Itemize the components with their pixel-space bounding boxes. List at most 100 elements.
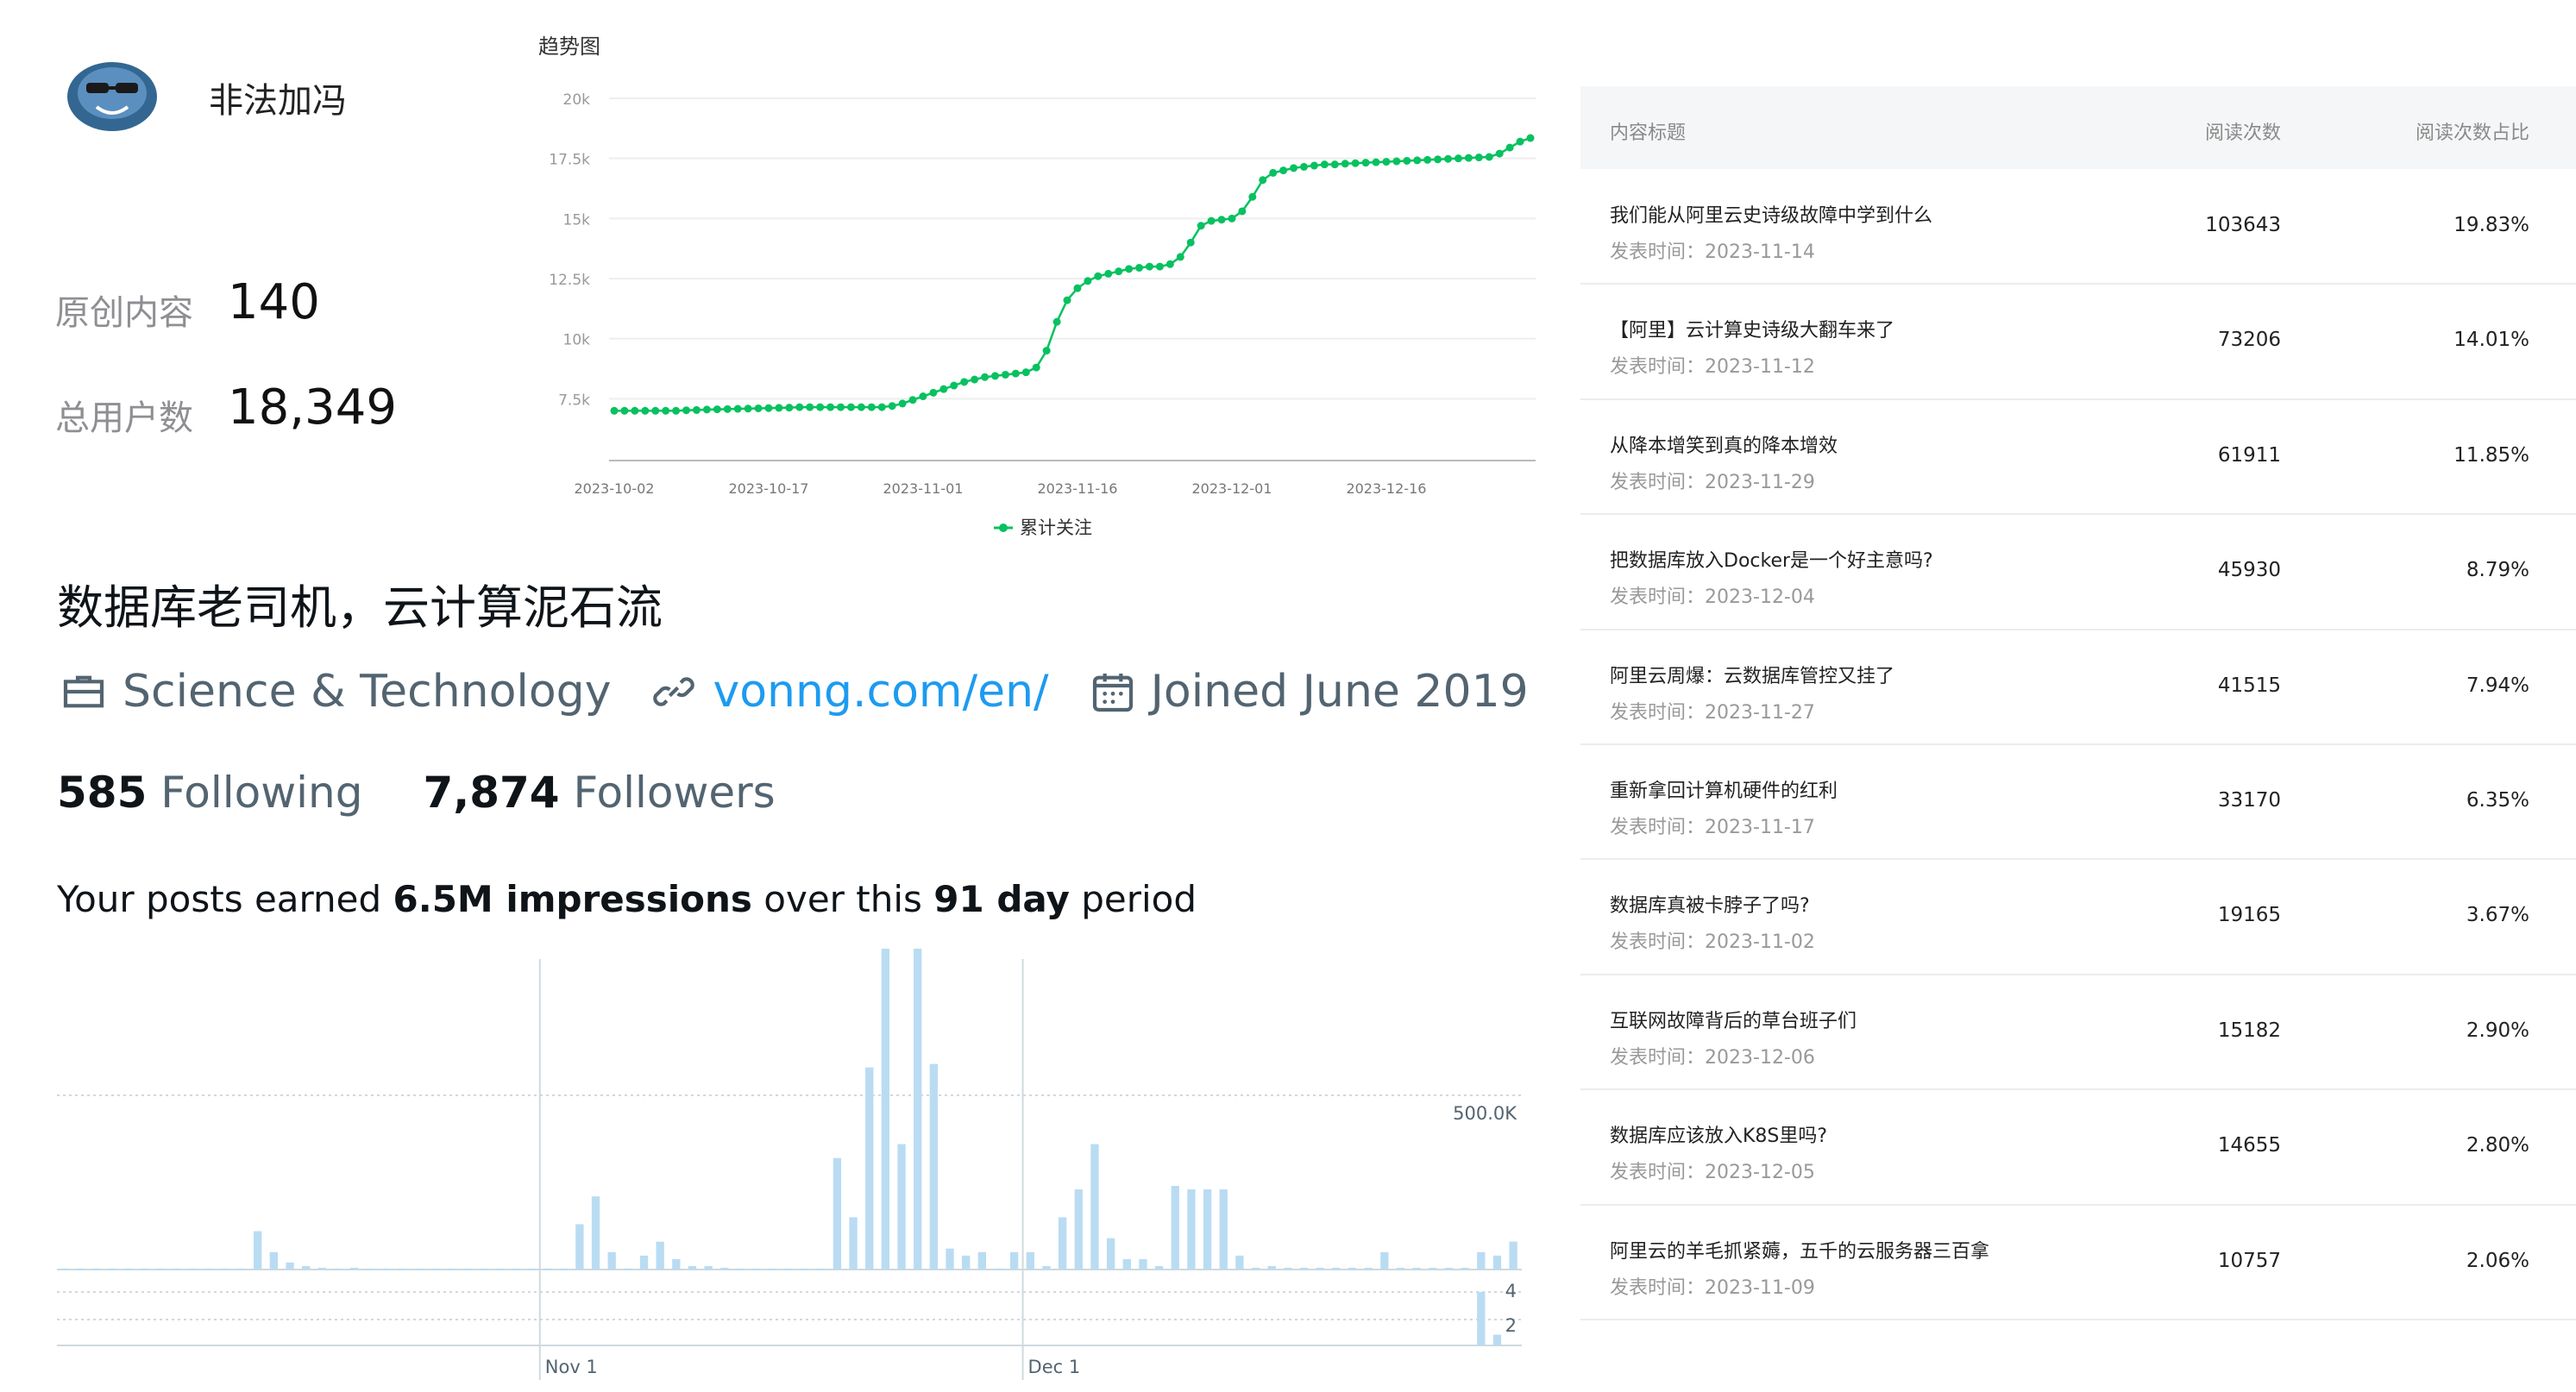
impression-bar: [849, 1217, 858, 1270]
trend-point: [1001, 370, 1009, 379]
header-reads[interactable]: 阅读次数: [2157, 117, 2281, 145]
read-count: 61911: [2217, 443, 2281, 467]
trend-point: [981, 373, 990, 381]
article-title[interactable]: 互联网故障背后的草台班子们: [1610, 1006, 1857, 1033]
trend-point: [1176, 253, 1184, 261]
trend-point: [1299, 162, 1308, 171]
table-row[interactable]: 阿里云的羊毛抓紧薅，五千的云服务器三百拿 发表时间：2023-11-09 107…: [1580, 1205, 2576, 1320]
date-value: 2023-12-05: [1705, 1162, 1815, 1184]
article-title[interactable]: 【阿里】云计算史诗级大翻车来了: [1610, 315, 1894, 342]
impression-bar: [1284, 1267, 1292, 1270]
date-value: 2023-11-29: [1705, 471, 1815, 493]
article-title[interactable]: 我们能从阿里云史诗级故障中学到什么: [1610, 200, 1932, 228]
y-tick-label: 15k: [563, 211, 591, 229]
article-title[interactable]: 把数据库放入Docker是一个好主意吗?: [1610, 545, 1933, 573]
trend-point: [806, 403, 814, 411]
website-link[interactable]: vonng.com/en/: [713, 666, 1048, 718]
followers-label: Followers: [573, 768, 776, 818]
article-title[interactable]: 阿里云周爆：云数据库管控又挂了: [1610, 661, 1894, 688]
impression-bar: [317, 1267, 326, 1270]
impression-bar: [1122, 1258, 1131, 1270]
trend-point: [785, 404, 794, 412]
trend-point: [1207, 216, 1216, 225]
trend-point: [1011, 369, 1020, 378]
impression-bar: [349, 1267, 359, 1270]
table-row[interactable]: 阿里云周爆：云数据库管控又挂了 发表时间：2023-11-27 41515 7.…: [1580, 630, 2576, 744]
trend-point: [1485, 153, 1493, 161]
table-row[interactable]: 数据库应该放入K8S里吗? 发表时间：2023-12-05 14655 2.80…: [1580, 1089, 2576, 1204]
trend-point: [1279, 166, 1288, 175]
article-title[interactable]: 数据库应该放入K8S里吗?: [1610, 1120, 1827, 1148]
following-link[interactable]: 585 Following: [57, 768, 362, 818]
impression-bar: [962, 1255, 971, 1270]
date-value: 2023-11-14: [1705, 241, 1815, 263]
date-value: 2023-12-04: [1705, 586, 1815, 609]
trend-point: [1094, 272, 1103, 280]
meta-row: Science & Technology vonng.com/en/ Joine…: [59, 666, 1529, 718]
impression-bar: [736, 1268, 745, 1270]
impression-bar: [1267, 1265, 1276, 1270]
impression-bar: [1348, 1267, 1357, 1270]
x-tick-label: 2023-10-02: [575, 480, 655, 497]
read-percent: 11.85%: [2453, 443, 2529, 467]
x-tick-label: 2023-12-01: [1191, 480, 1272, 497]
impression-bar: [914, 949, 922, 1270]
trend-point: [1361, 159, 1370, 167]
trend-point: [702, 405, 711, 414]
header-pct[interactable]: 阅读次数占比: [2381, 117, 2529, 145]
article-title[interactable]: 阿里云的羊毛抓紧薅，五千的云服务器三百拿: [1610, 1236, 1989, 1263]
impression-bar: [1429, 1267, 1437, 1270]
trend-point: [1032, 363, 1040, 372]
date-value: 2023-12-06: [1705, 1046, 1815, 1069]
table-row[interactable]: 从降本增笑到真的降本增效 发表时间：2023-11-29 61911 11.85…: [1580, 399, 2576, 514]
article-cell: 数据库真被卡脖子了吗? 发表时间：2023-11-02: [1610, 890, 1815, 954]
trend-point: [631, 406, 639, 415]
table-row[interactable]: 我们能从阿里云史诗级故障中学到什么 发表时间：2023-11-14 103643…: [1580, 169, 2576, 284]
date-value: 2023-11-02: [1705, 931, 1815, 954]
table-row[interactable]: 【阿里】云计算史诗级大翻车来了 发表时间：2023-11-12 73206 14…: [1580, 284, 2576, 398]
follow-row: 585 Following 7,874 Followers: [57, 768, 776, 818]
trend-chart-title: 趋势图: [538, 34, 600, 59]
table-row[interactable]: 数据库真被卡脖子了吗? 发表时间：2023-11-02 19165 3.67%: [1580, 859, 2576, 974]
trend-point: [1444, 154, 1453, 163]
trend-point: [723, 404, 732, 413]
followers-link[interactable]: 7,874 Followers: [423, 768, 775, 818]
briefcase-icon: [63, 675, 104, 708]
impression-bar: [656, 1241, 664, 1270]
article-date: 发表时间：2023-11-09: [1610, 1272, 1989, 1300]
x-tick-label: 2023-11-01: [883, 480, 963, 497]
impression-bar: [720, 1267, 729, 1270]
x-tick-label: 2023-10-17: [728, 480, 808, 497]
date-prefix: 发表时间：: [1610, 1046, 1706, 1069]
trend-point: [1145, 262, 1153, 271]
article-title[interactable]: 从降本增笑到真的降本增效: [1610, 430, 1838, 458]
impression-bar: [832, 1157, 842, 1270]
table-row[interactable]: 互联网故障背后的草台班子们 发表时间：2023-12-06 15182 2.90…: [1580, 975, 2576, 1089]
impression-bar: [1251, 1267, 1260, 1270]
impression-bar: [366, 1268, 374, 1270]
trend-point: [898, 399, 907, 408]
table-row[interactable]: 把数据库放入Docker是一个好主意吗? 发表时间：2023-12-04 459…: [1580, 514, 2576, 629]
impression-bar: [1332, 1267, 1341, 1270]
table-row[interactable]: 重新拿回计算机硬件的红利 发表时间：2023-11-17 33170 6.35%: [1580, 744, 2576, 859]
impression-bar: [1026, 1251, 1034, 1270]
read-count: 103643: [2205, 214, 2281, 236]
impressions-chart: 500.0K Nov 1 Dec 1 4 2: [57, 949, 1522, 1380]
impression-bar: [672, 1258, 681, 1270]
impression-bar: [462, 1268, 471, 1270]
impression-bar: [1396, 1267, 1405, 1270]
impression-bar: [897, 1144, 906, 1270]
trend-point: [672, 406, 681, 415]
trend-point: [713, 405, 721, 414]
read-percent: 2.90%: [2466, 1019, 2529, 1042]
article-title[interactable]: 数据库真被卡脖子了吗?: [1610, 890, 1815, 918]
read-percent: 2.80%: [2466, 1134, 2529, 1157]
y-tick-label: 17.5k: [549, 152, 590, 169]
date-value: 2023-11-12: [1705, 356, 1815, 379]
article-title[interactable]: 重新拿回计算机硬件的红利: [1610, 775, 1838, 803]
article-date: 发表时间：2023-11-14: [1610, 236, 1932, 264]
followers-count: 7,874: [423, 768, 560, 818]
date-value: 2023-11-27: [1705, 701, 1815, 724]
profile-name: 非法加冯: [209, 81, 347, 121]
trend-point: [1372, 158, 1380, 166]
